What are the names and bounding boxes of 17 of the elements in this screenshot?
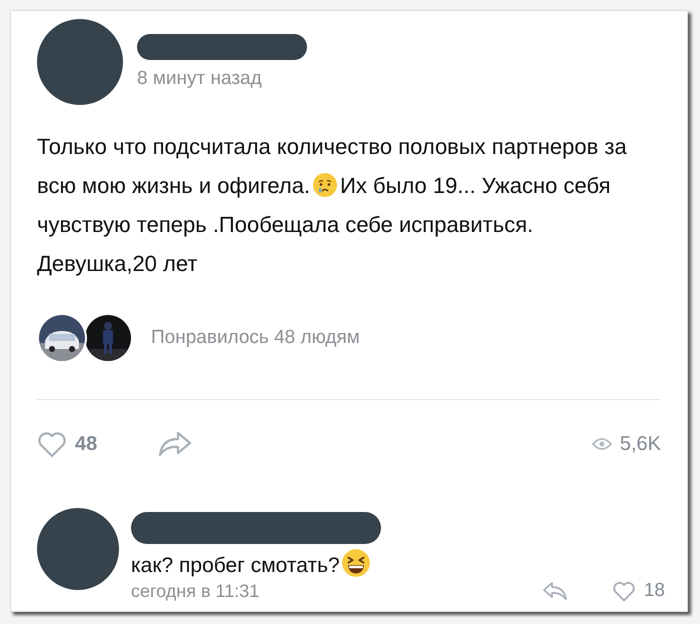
heart-icon bbox=[37, 430, 67, 458]
laughing-face-icon bbox=[340, 548, 371, 578]
like-button[interactable]: 48 bbox=[37, 430, 98, 458]
share-button[interactable] bbox=[157, 430, 194, 458]
comment-time: сегодня в 11:31 bbox=[131, 580, 260, 602]
crying-face-icon bbox=[312, 172, 338, 198]
heart-icon bbox=[612, 580, 636, 602]
likes-summary[interactable]: Понравилось 48 людям bbox=[151, 327, 360, 349]
eye-icon bbox=[592, 437, 612, 451]
comment-text: как? пробег смотать? bbox=[131, 548, 371, 578]
view-count: 5,6K bbox=[620, 432, 661, 456]
reply-button[interactable] bbox=[542, 581, 568, 601]
post-time: 8 минут назад bbox=[137, 68, 262, 90]
share-icon bbox=[157, 430, 194, 458]
reply-icon bbox=[542, 581, 568, 601]
post-text: Только что подсчитала количество половых партнеров за всю мою жизнь и офигела. Их было 19... Ужасно себя чувствую теперь .Пообещала себе исправиться. Девушка,20 лет bbox=[37, 133, 628, 278]
comment-like-button[interactable]: 18 bbox=[612, 580, 665, 602]
